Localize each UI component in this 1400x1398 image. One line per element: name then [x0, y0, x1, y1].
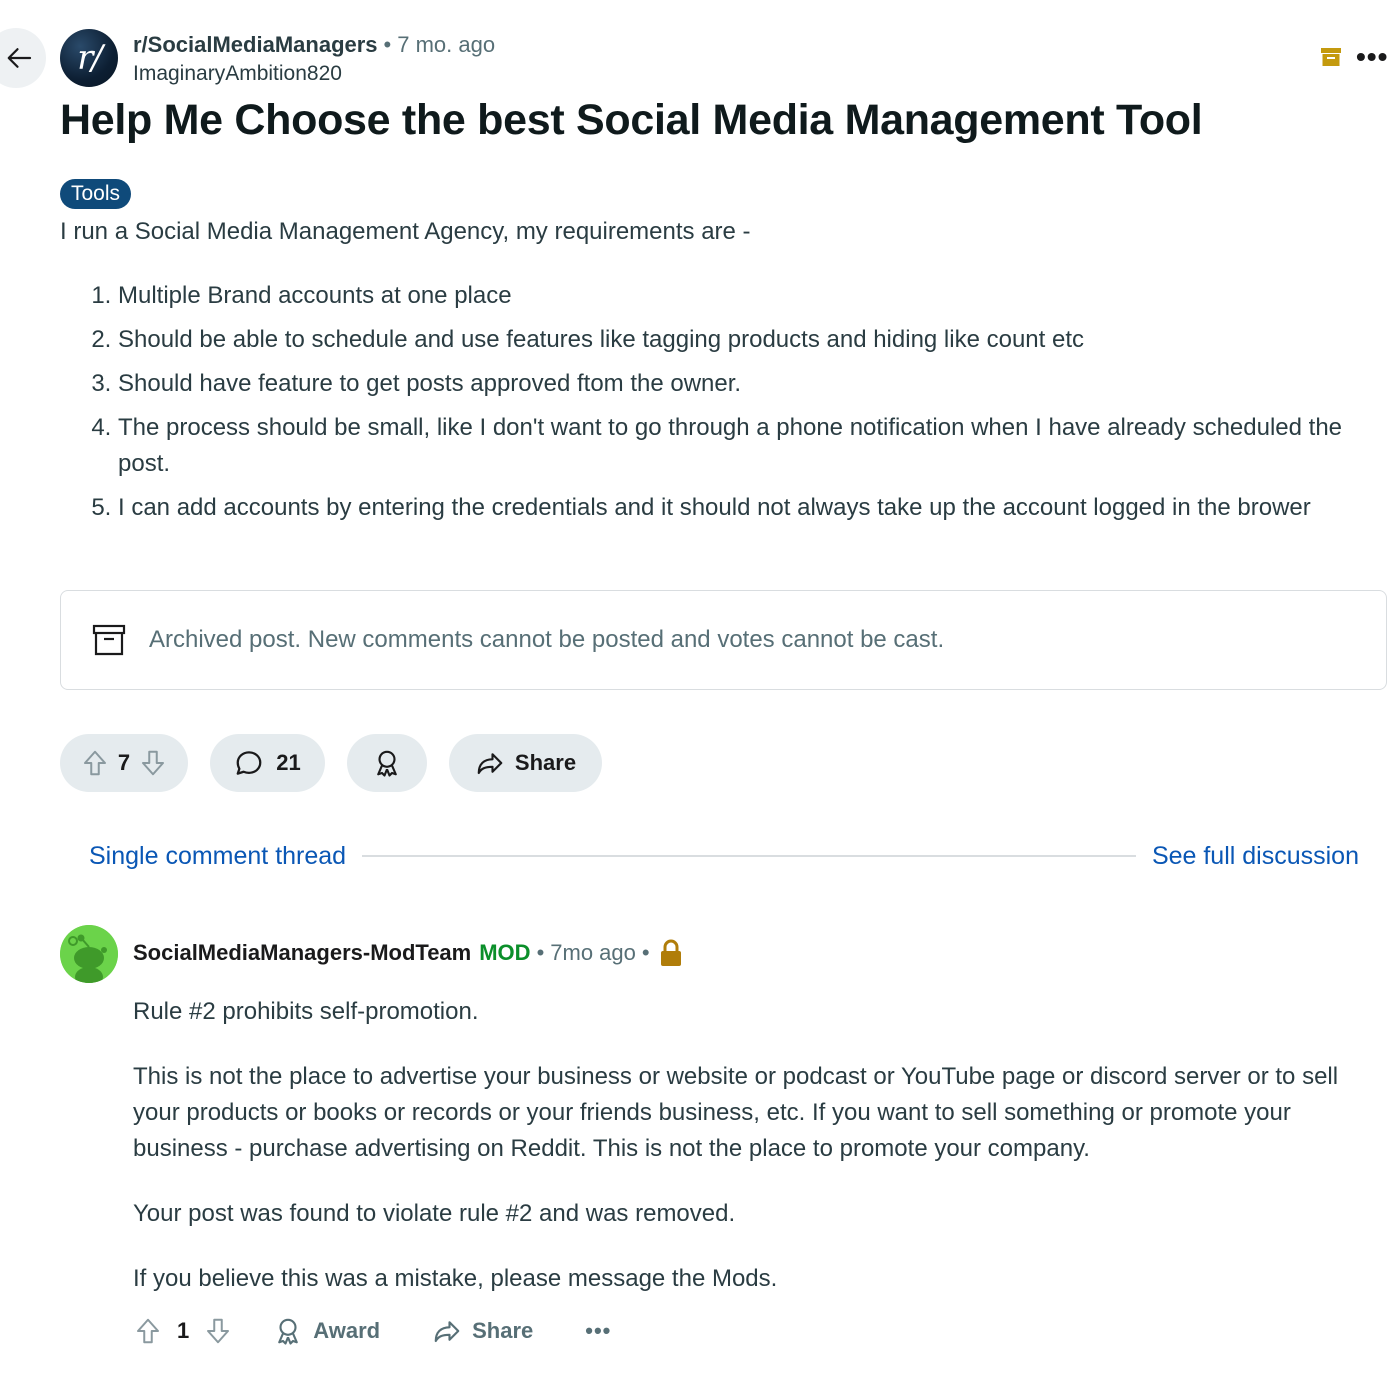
comment-vote-control: 1 [133, 1316, 233, 1346]
post-flair[interactable]: Tools [60, 179, 132, 209]
list-item: Multiple Brand accounts at one place [118, 278, 1370, 314]
share-label: Share [472, 1318, 534, 1343]
subreddit-avatar[interactable]: r/ [60, 29, 118, 87]
back-button[interactable] [0, 28, 46, 88]
comment-age: 7mo ago [550, 940, 636, 965]
comment-meta: SocialMediaManagers-ModTeam MOD • 7mo ag… [133, 938, 684, 968]
award-ribbon-icon [377, 750, 397, 777]
separator-dot: • [641, 940, 650, 965]
post-age: 7 mo. ago [397, 32, 496, 57]
comment-paragraph: If you believe this was a mistake, pleas… [133, 1265, 778, 1292]
archive-outline-icon [92, 624, 126, 656]
separator-dot: • [383, 32, 392, 57]
comment-count: 21 [276, 750, 301, 775]
list-item: Should be able to schedule and use featu… [118, 322, 1370, 358]
full-discussion-link[interactable]: See full discussion [1152, 842, 1359, 871]
archived-notice-text: Archived post. New comments cannot be po… [149, 626, 945, 653]
post-body: I run a Social Media Management Agency, … [60, 214, 1370, 534]
more-options-icon[interactable]: ••• [1356, 43, 1388, 71]
share-arrow-icon [434, 1321, 460, 1343]
avatar[interactable] [60, 925, 118, 983]
separator-dot: • [536, 940, 545, 965]
upvote-icon[interactable] [133, 1316, 163, 1346]
award-ribbon-icon [278, 1318, 299, 1345]
more-options-icon[interactable]: ••• [585, 1318, 611, 1344]
list-item: The process should be small, like I don'… [118, 410, 1370, 482]
comment-actions: 1 Award Share ••• [133, 1316, 611, 1346]
comment-share-button[interactable]: Share [432, 1316, 533, 1346]
archived-notice: Archived post. New comments cannot be po… [60, 590, 1387, 690]
post-intro: I run a Social Media Management Agency, … [60, 218, 751, 245]
award-button[interactable] [347, 734, 427, 792]
comment-paragraph: Your post was found to violate rule #2 a… [133, 1200, 736, 1227]
share-button[interactable]: Share [449, 734, 602, 792]
comment-paragraph: Rule #2 prohibits self-promotion. [133, 998, 479, 1025]
post-author[interactable]: ImaginaryAmbition820 [133, 62, 495, 86]
downvote-icon[interactable] [138, 748, 168, 778]
thread-nav: Single comment thread See full discussio… [89, 838, 1359, 874]
post-meta: r/SocialMediaManagers • 7 mo. ago Imaginar… [133, 32, 495, 86]
list-item: I can add accounts by entering the crede… [118, 490, 1370, 526]
post-title: Help Me Choose the best Social Media Man… [60, 96, 1203, 144]
subreddit-link[interactable]: r/SocialMediaManagers [133, 32, 378, 57]
single-thread-link[interactable]: Single comment thread [89, 842, 346, 871]
share-label: Share [514, 750, 577, 775]
vote-count: 7 [117, 750, 131, 775]
lock-icon [660, 939, 681, 966]
post-actions: 7 21 Share [60, 734, 602, 792]
vote-control: 7 [60, 734, 188, 792]
divider [362, 855, 1136, 857]
arrow-left-icon [7, 48, 32, 68]
comment-award-button[interactable]: Award [273, 1316, 380, 1346]
award-label: Award [313, 1318, 381, 1343]
comments-button[interactable]: 21 [210, 734, 325, 792]
comment-paragraph: This is not the place to advertise your … [133, 1063, 1339, 1162]
snoo-avatar-icon [60, 925, 118, 983]
speech-bubble-icon [236, 751, 262, 775]
mod-badge: MOD [479, 940, 531, 965]
requirements-list: Multiple Brand accounts at one place Sho… [60, 278, 1370, 526]
comment-author[interactable]: SocialMediaManagers-ModTeam [133, 938, 471, 968]
archive-box-icon [1321, 48, 1341, 66]
share-arrow-icon [477, 753, 503, 775]
upvote-icon[interactable] [80, 748, 110, 778]
comment-vote-count: 1 [177, 1318, 190, 1343]
list-item: Should have feature to get posts approve… [118, 366, 1370, 402]
downvote-icon[interactable] [203, 1316, 233, 1346]
comment-body: Rule #2 prohibits self-promotion. This i… [133, 994, 1373, 1326]
